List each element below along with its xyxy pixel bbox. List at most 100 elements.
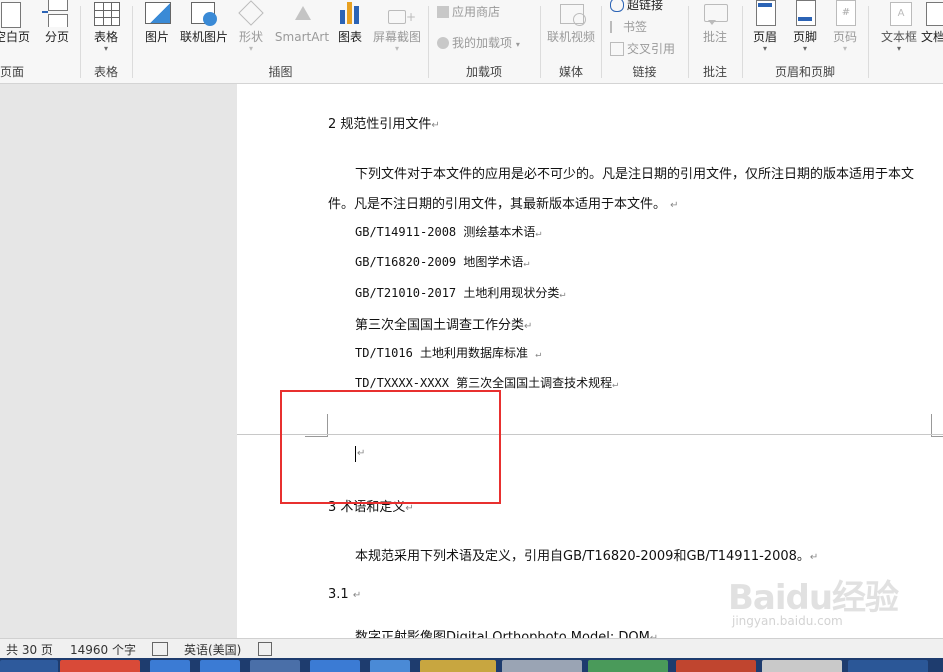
taskbar-app-icon[interactable] <box>676 660 756 672</box>
chevron-down-icon: ▾ <box>103 44 108 53</box>
status-bar: 共 30 页 14960 个字 英语(美国) <box>0 638 943 659</box>
paragraph-line: 本规范采用下列术语及定义，引用自GB/T16820-2009和GB/T14911… <box>355 549 819 564</box>
taskbar-app-icon[interactable] <box>60 660 140 672</box>
document-page[interactable]: 2 规范性引用文件↵ 下列文件对于本文件的应用是必不可少的。凡是注日期的引用文件… <box>237 84 943 638</box>
taskbar-app-icon[interactable] <box>588 660 668 672</box>
proofing-icon[interactable] <box>152 642 168 656</box>
taskbar-app-icon[interactable] <box>848 660 928 672</box>
hyperlink-button[interactable]: 超链接 <box>610 0 663 14</box>
table-group: 表格 ▾ 表格 <box>81 0 131 83</box>
pages-group: 空白页 分页 页面 <box>0 0 80 83</box>
online-picture-icon <box>189 0 219 28</box>
illustrations-group: 图片 联机图片 形状 ▾ SmartArt 图表 + 屏幕截图 ▾ 插图 <box>133 0 428 83</box>
reference-item: 第三次全国国土调查工作分类↵ <box>355 318 533 333</box>
page-number-button[interactable]: # 页码 ▾ <box>827 0 863 53</box>
text-more-button[interactable]: 文档 <box>921 0 943 44</box>
addins-icon <box>437 36 449 49</box>
reference-item: TD/TXXXX-XXXX 第三次全国国土调查技术规程↵ <box>355 376 619 390</box>
table-button[interactable]: 表格 ▾ <box>86 0 126 53</box>
start-button[interactable] <box>0 660 58 672</box>
header-footer-group-label: 页眉和页脚 <box>774 65 835 79</box>
header-footer-group: 页眉 ▾ 页脚 ▾ # 页码 ▾ 页眉和页脚 <box>743 0 867 83</box>
online-video-button[interactable]: 联机视频 <box>543 0 599 44</box>
textbox-icon: A <box>884 0 914 28</box>
camera-icon: + <box>382 0 416 28</box>
addins-group-label: 加载项 <box>465 65 502 79</box>
reference-item: GB/T16820-2009 地图学术语↵ <box>355 255 530 269</box>
my-addins-button[interactable]: 我的加载项 ▾ <box>437 34 520 52</box>
taskbar-app-icon[interactable] <box>762 660 842 672</box>
chevron-down-icon: ▾ <box>515 40 520 49</box>
footer-icon <box>790 0 820 28</box>
chart-button[interactable]: 图表 <box>335 0 365 44</box>
page-count[interactable]: 共 30 页 <box>6 641 53 658</box>
document-parts-icon <box>926 0 943 28</box>
bookmark-icon <box>610 20 620 33</box>
illustrations-group-label: 插图 <box>268 65 293 79</box>
textbox-button[interactable]: A 文本框 ▾ <box>879 0 919 53</box>
media-group-label: 媒体 <box>558 65 583 79</box>
bookmark-button[interactable]: 书签 <box>610 18 647 36</box>
pages-group-label: 页面 <box>0 65 25 79</box>
taskbar-app-icon[interactable] <box>310 660 360 672</box>
cross-reference-icon <box>610 41 624 56</box>
reference-item: TD/T1016 土地利用数据库标准 ↵ <box>355 346 542 360</box>
taskbar-app-icon[interactable] <box>370 660 410 672</box>
cross-reference-button[interactable]: 交叉引用 <box>610 40 675 58</box>
left-gray-margin <box>0 84 237 638</box>
table-group-label: 表格 <box>93 65 118 79</box>
chevron-down-icon: ▾ <box>842 44 847 53</box>
smartart-button[interactable]: SmartArt <box>273 0 331 44</box>
macro-record-icon[interactable] <box>258 642 272 656</box>
picture-icon <box>142 0 172 28</box>
blank-page-button[interactable]: 空白页 <box>0 0 32 44</box>
chevron-down-icon: ▾ <box>802 44 807 53</box>
header-icon <box>750 0 780 28</box>
comments-group: 批注 批注 <box>689 0 741 83</box>
chevron-down-icon: ▾ <box>248 44 253 53</box>
highlight-box <box>280 390 501 504</box>
media-group: 联机视频 媒体 <box>541 0 601 83</box>
comments-group-label: 批注 <box>702 65 727 79</box>
video-icon <box>556 0 586 28</box>
comment-icon <box>700 0 730 28</box>
taskbar-app-icon[interactable] <box>502 660 582 672</box>
taskbar-app-icon[interactable] <box>250 660 300 672</box>
link-icon <box>610 0 624 12</box>
baidu-watermark: Baidu经验 jingyan.baidu.com <box>728 578 899 628</box>
text-group: A 文本框 ▾ 文档 <box>869 0 943 83</box>
page-number-icon: # <box>830 0 860 28</box>
header-button[interactable]: 页眉 ▾ <box>747 0 783 53</box>
store-button[interactable]: 应用商店 <box>437 3 500 21</box>
paragraph-line: 下列文件对于本文件的应用是必不可少的。凡是注日期的引用文件，仅所注日期的版本适用… <box>355 167 915 182</box>
store-icon <box>437 5 449 18</box>
taskbar <box>0 658 943 672</box>
taskbar-app-icon[interactable] <box>150 660 190 672</box>
shapes-button[interactable]: 形状 ▾ <box>235 0 267 53</box>
section-3-1-heading: 3.1 ↵ <box>328 587 362 602</box>
section-2-heading: 2 规范性引用文件↵ <box>328 117 440 132</box>
insert-ribbon: 空白页 分页 页面 表格 ▾ 表格 图片 <box>0 0 943 84</box>
screenshot-button[interactable]: + 屏幕截图 ▾ <box>369 0 425 53</box>
chevron-down-icon: ▾ <box>762 44 767 53</box>
page-break-icon <box>42 0 72 28</box>
term-line: 数字正射影像图Digital Orthophoto Model: DOM↵ <box>355 630 658 638</box>
chart-icon <box>335 0 365 28</box>
footer-button[interactable]: 页脚 ▾ <box>787 0 823 53</box>
shapes-icon <box>236 0 266 28</box>
reference-item: GB/T14911-2008 测绘基本术语↵ <box>355 225 542 239</box>
chevron-down-icon: ▾ <box>896 44 901 53</box>
comment-button[interactable]: 批注 <box>695 0 735 44</box>
page-break-button[interactable]: 分页 <box>40 0 74 44</box>
blank-page-icon <box>0 0 27 28</box>
reference-item: GB/T21010-2017 土地利用现状分类↵ <box>355 286 566 300</box>
taskbar-app-icon[interactable] <box>200 660 240 672</box>
language-indicator[interactable]: 英语(美国) <box>184 641 241 658</box>
taskbar-app-icon[interactable] <box>420 660 496 672</box>
online-picture-button[interactable]: 联机图片 <box>178 0 230 44</box>
picture-button[interactable]: 图片 <box>141 0 173 44</box>
word-count[interactable]: 14960 个字 <box>70 641 136 658</box>
paragraph-line: 件。凡是不注日期的引用文件，其最新版本适用于本文件。 ↵ <box>328 197 679 212</box>
table-icon <box>91 0 121 28</box>
smartart-icon <box>287 0 317 28</box>
